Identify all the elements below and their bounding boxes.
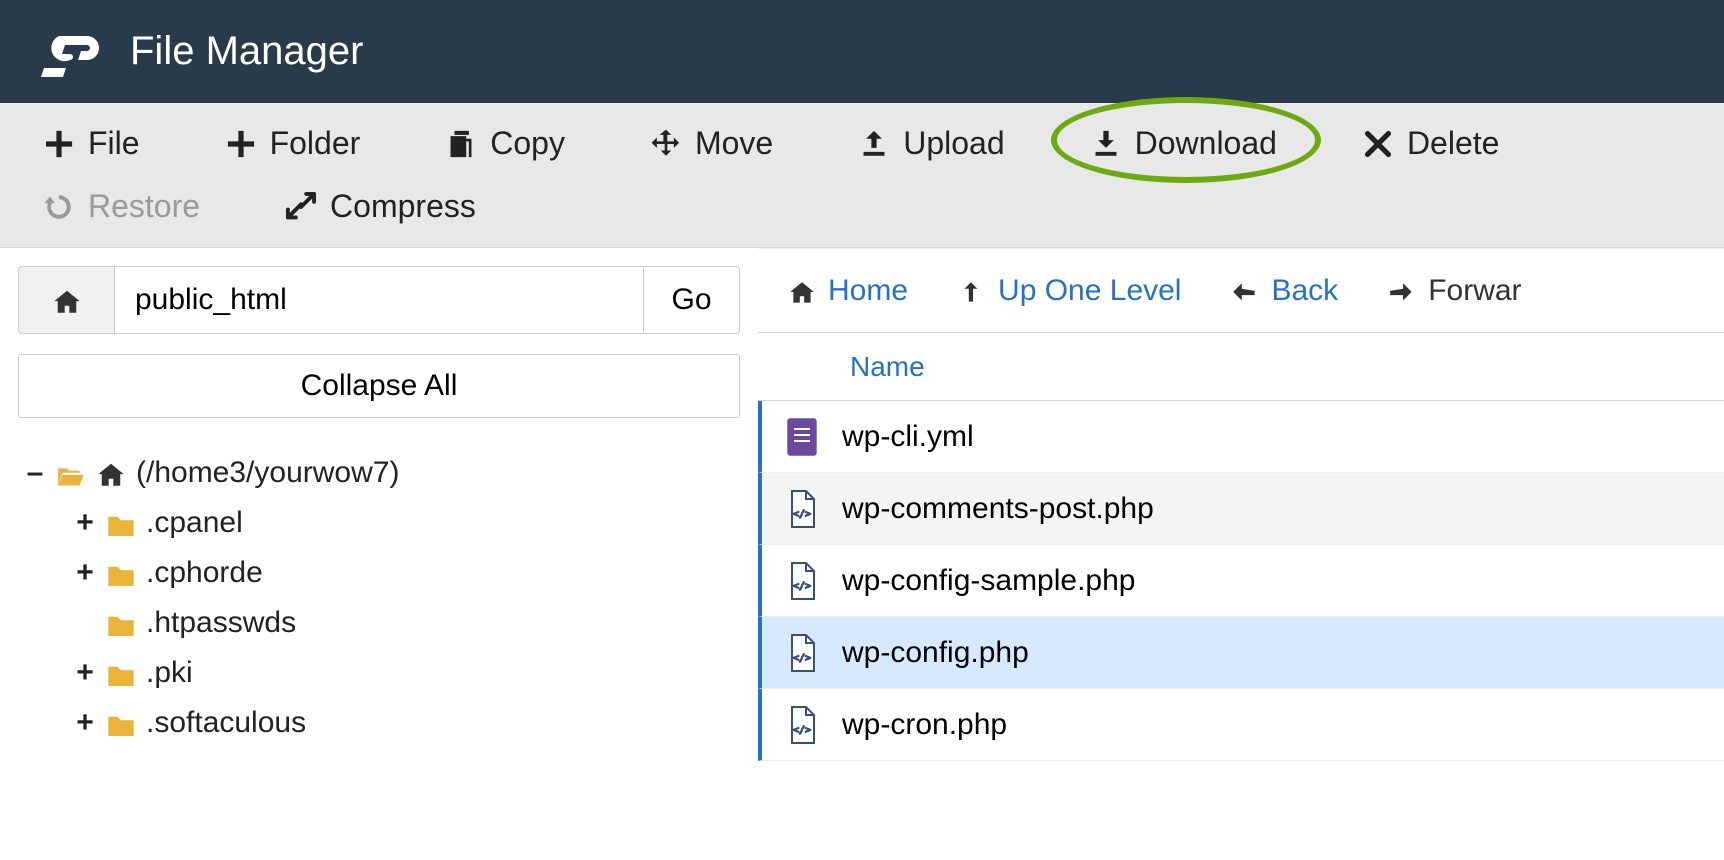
tree-item[interactable]: + .cphorde [74,548,740,598]
tree-root-label: (/home3/yourwow7) [136,456,399,490]
file-icon: </> [786,561,818,601]
restore-button: Restore [30,180,212,233]
upload-icon [857,127,891,161]
svg-text:</>: </> [793,581,811,592]
tree-item-label: .htpasswds [146,606,296,640]
expand-toggle-icon[interactable]: + [74,556,96,590]
svg-text:</>: </> [793,509,811,520]
file-row[interactable]: </> wp-config.php [758,617,1724,689]
home-icon [788,277,816,305]
file-name: wp-cron.php [842,708,1007,742]
file-table-header[interactable]: Name [758,333,1724,401]
folder-icon [106,560,136,586]
location-home-button[interactable] [18,266,114,334]
file-list: wp-cli.yml </> wp-comments-post.php </> wp-c… [758,401,1724,761]
home-icon [96,460,126,486]
file-panel: Home Up One Level Back Forwar Name wp-cli.y… [758,248,1724,835]
plus-icon [42,127,76,161]
folder-icon [106,660,136,686]
toolbar: File Folder Copy Move Upload Download Delete Re… [0,103,1724,248]
delete-icon [1361,127,1395,161]
toolbar-label: Download [1135,125,1277,162]
file-name: wp-cli.yml [842,420,974,454]
compress-icon [284,190,318,224]
up-icon [958,277,986,305]
folder-button[interactable]: Folder [212,117,373,170]
nav-back-button[interactable]: Back [1231,274,1338,308]
app-title: File Manager [130,29,363,74]
file-icon: </> [786,489,818,529]
tree-item-label: .cpanel [146,506,243,540]
plus-icon [224,127,258,161]
toolbar-label: Delete [1407,125,1500,162]
toolbar-label: Folder [270,125,361,162]
column-header-name[interactable]: Name [758,351,925,383]
toolbar-label: Restore [88,188,200,225]
nav-label: Back [1271,274,1338,308]
toolbar-label: Move [695,125,773,162]
go-button[interactable]: Go [644,266,740,334]
toolbar-label: File [88,125,140,162]
sidebar: Go Collapse All – (/home3/yourwow7) + .cp… [0,248,758,835]
cpanel-logo-icon [40,26,100,78]
navigation-bar: Home Up One Level Back Forwar [758,248,1724,332]
tree-root[interactable]: – (/home3/yourwow7) [24,448,740,498]
folder-icon [106,710,136,736]
tree-item-label: .pki [146,656,193,690]
file-row[interactable]: </> wp-comments-post.php [758,473,1724,545]
delete-button[interactable]: Delete [1349,117,1512,170]
nav-label: Home [828,274,908,308]
location-input[interactable] [114,266,644,334]
tree-item-label: .cphorde [146,556,263,590]
app-header: File Manager [0,0,1724,103]
nav-home-button[interactable]: Home [788,274,908,308]
file-row[interactable]: </> wp-cron.php [758,689,1724,761]
restore-icon [42,190,76,224]
file-icon: </> [786,705,818,745]
tree-item[interactable]: + .pki [74,648,740,698]
forward-icon [1388,277,1416,305]
toolbar-label: Copy [490,125,565,162]
file-icon [786,417,818,457]
nav-forward-button[interactable]: Forwar [1388,274,1521,308]
toolbar-label: Compress [330,188,476,225]
copy-button[interactable]: Copy [432,117,577,170]
file-name: wp-comments-post.php [842,492,1154,526]
file-row[interactable]: wp-cli.yml [758,401,1724,473]
file-icon: </> [786,633,818,673]
expand-toggle-icon[interactable]: + [74,506,96,540]
nav-label: Up One Level [998,274,1181,308]
folder-open-icon [56,460,86,486]
nav-label: Forwar [1428,274,1521,308]
tree-item-label: .softaculous [146,706,306,740]
upload-button[interactable]: Upload [845,117,1016,170]
move-icon [649,127,683,161]
folder-icon [106,510,136,536]
file-row[interactable]: </> wp-config-sample.php [758,545,1724,617]
folder-icon [106,610,136,636]
expand-toggle-icon[interactable]: + [74,706,96,740]
copy-icon [444,127,478,161]
tree-item[interactable]: .htpasswds [74,598,740,648]
download-icon [1089,127,1123,161]
file-button[interactable]: File [30,117,152,170]
file-name: wp-config-sample.php [842,564,1135,598]
file-name: wp-config.php [842,636,1029,670]
download-button[interactable]: Download [1077,117,1289,170]
compress-button[interactable]: Compress [272,180,488,233]
collapse-toggle-icon[interactable]: – [24,456,46,490]
svg-text:</>: </> [793,725,811,736]
expand-toggle-icon[interactable]: + [74,656,96,690]
svg-text:</>: </> [793,653,811,664]
toolbar-label: Upload [903,125,1004,162]
tree-item[interactable]: + .softaculous [74,698,740,748]
tree-item[interactable]: + .cpanel [74,498,740,548]
back-icon [1231,277,1259,305]
collapse-all-button[interactable]: Collapse All [18,354,740,418]
move-button[interactable]: Move [637,117,785,170]
nav-up-button[interactable]: Up One Level [958,274,1181,308]
directory-tree: – (/home3/yourwow7) + .cpanel + .cphorde .ht… [18,448,740,748]
